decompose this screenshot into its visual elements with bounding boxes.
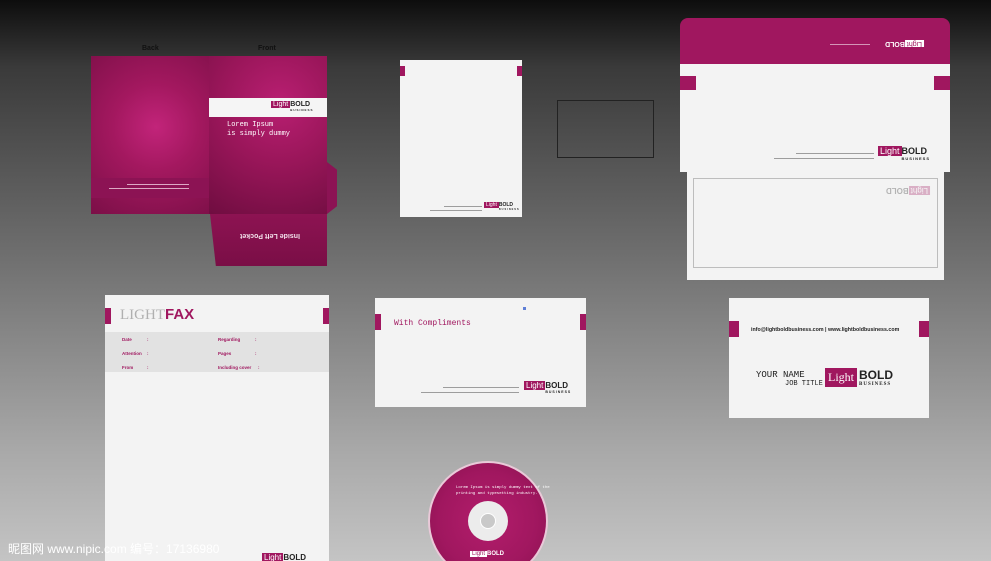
- logo-bold-text: BOLD: [545, 381, 569, 390]
- fax-field-from: From: [122, 365, 134, 370]
- envelope-flap-line: [830, 44, 870, 45]
- card-contact: info@lightboldbusiness.com | www.lightbo…: [751, 327, 900, 333]
- folder-headline-line-2: is simply dummy: [227, 130, 291, 138]
- envelope-back-logo: Light BOLD: [886, 186, 930, 195]
- fax-colon: :: [147, 337, 149, 342]
- logo-light-text: Light: [271, 101, 291, 108]
- envelope-back-panel: Light BOLD: [687, 172, 944, 280]
- logo-bold-text: BOLD: [290, 101, 311, 108]
- fax-logo: Light BOLD: [262, 553, 306, 561]
- fax-field-regarding: Regarding: [218, 337, 241, 342]
- envelope-tick-left: [680, 76, 696, 90]
- folder-back-band: [91, 178, 209, 198]
- cd-hole: [480, 513, 496, 529]
- slip-tick-right: [580, 314, 586, 330]
- letterhead-tick-right: [517, 66, 522, 76]
- logo-business-text: BUSINESS: [545, 390, 572, 394]
- letterhead: Light BOLD BUSINESS: [400, 60, 522, 217]
- compliment-slip: With Compliments Light BOLD BUSINESS: [375, 298, 586, 407]
- fax-title-bold: FAX: [165, 306, 195, 323]
- business-card: info@lightboldbusiness.com | www.lightbo…: [729, 298, 929, 418]
- folder-front-label: Front: [258, 45, 276, 52]
- card-outline-frame: [557, 100, 654, 158]
- fax-colon: :: [258, 365, 260, 370]
- fax-colon: :: [255, 337, 257, 342]
- envelope-address-line: [796, 153, 874, 154]
- slip-tick-left: [375, 314, 381, 330]
- cd-disc: Lorem Ipsum is simply dummy text of the …: [428, 461, 550, 561]
- card-name: YOUR NAME: [756, 370, 805, 380]
- fax-colon: :: [147, 351, 149, 356]
- cd-text: Lorem Ipsum is simply dummy text of the …: [456, 486, 550, 496]
- folder-headline-line-1: Lorem Ipsum: [227, 121, 274, 129]
- logo-light-text: Light: [825, 368, 857, 387]
- logo-bold-text: BOLD: [487, 551, 505, 557]
- envelope-flap-logo: Light BOLD: [885, 40, 924, 47]
- logo-bold-text: BOLD: [884, 40, 905, 47]
- logo-bold-text: BOLD: [901, 146, 928, 156]
- fax-field-attention: Attention: [122, 351, 142, 356]
- logo-light-text: Light: [470, 551, 488, 557]
- folder-logo-strip: Light BOLD BUSINESS: [209, 98, 327, 117]
- logo-light-text: Light: [904, 40, 924, 47]
- logo-light-text: Light: [484, 202, 499, 208]
- fax-field-pages: Pages: [218, 351, 232, 356]
- slip-logo: Light BOLD BUSINESS: [524, 381, 571, 394]
- envelope-flap: Light BOLD: [680, 18, 950, 64]
- fax-tick-right: [323, 308, 329, 324]
- logo-business-text: BUSINESS: [859, 382, 892, 387]
- slip-address-line: [443, 387, 519, 388]
- folder-side-flap: [327, 162, 337, 214]
- envelope-tick-right: [934, 76, 950, 90]
- card-logo: Light BOLD BUSINESS: [825, 368, 893, 387]
- fax-sheet: LIGHTFAX Date Attention From : : : Regar…: [105, 295, 329, 561]
- logo-bold-text: BOLD: [859, 368, 893, 382]
- inside-left-pocket: Inside Left Pocket: [210, 214, 327, 266]
- letterhead-logo: Light BOLD BUSINESS: [484, 202, 520, 211]
- logo-light-text: Light: [524, 381, 546, 390]
- letterhead-address-line: [444, 206, 482, 207]
- folder-back: [91, 56, 209, 214]
- envelope-logo: Light BOLD BUSINESS: [878, 146, 930, 161]
- letterhead-tick-left: [400, 66, 405, 76]
- logo-light-text: Light: [878, 146, 902, 156]
- watermark: 昵图网 www.nipic.com 编号：17136980: [8, 542, 220, 556]
- fax-title-light: LIGHT: [120, 307, 165, 323]
- folder-headline: Lorem Ipsum is simply dummy: [227, 121, 290, 139]
- pocket-label: Inside Left Pocket: [240, 232, 300, 239]
- fax-field-date: Date: [122, 337, 132, 342]
- fax-title: LIGHTFAX: [120, 306, 195, 324]
- slip-marker: [523, 307, 526, 310]
- folder-logo: Light BOLD BUSINESS: [271, 101, 314, 112]
- fax-colon: :: [255, 351, 257, 356]
- logo-light-text: Light: [908, 186, 930, 195]
- card-job-title: JOB TITLE: [785, 380, 823, 388]
- logo-bold-text: BOLD: [885, 186, 909, 195]
- card-tick-right: [919, 321, 929, 337]
- letterhead-address-line: [430, 210, 482, 211]
- fax-colon: :: [147, 365, 149, 370]
- logo-business-text: BUSINESS: [290, 108, 314, 112]
- logo-business-text: BUSINESS: [498, 208, 520, 211]
- cd-logo: Light BOLD: [470, 551, 504, 557]
- cd-hub: [468, 501, 508, 541]
- slip-address-line: [421, 392, 519, 393]
- fax-field-including-cover: Including cover: [218, 365, 252, 370]
- folder-back-label: Back: [142, 45, 159, 52]
- logo-business-text: BUSINESS: [901, 156, 930, 161]
- envelope-body: Light BOLD BUSINESS: [680, 64, 950, 172]
- card-tick-left: [729, 321, 739, 337]
- folder-front: Light BOLD BUSINESS Lorem Ipsum is simpl…: [209, 56, 327, 214]
- logo-bold-text: BOLD: [283, 553, 307, 561]
- envelope-address-line: [774, 158, 874, 159]
- slip-title: With Compliments: [394, 319, 471, 328]
- logo-light-text: Light: [262, 553, 284, 561]
- fax-tick-left: [105, 308, 111, 324]
